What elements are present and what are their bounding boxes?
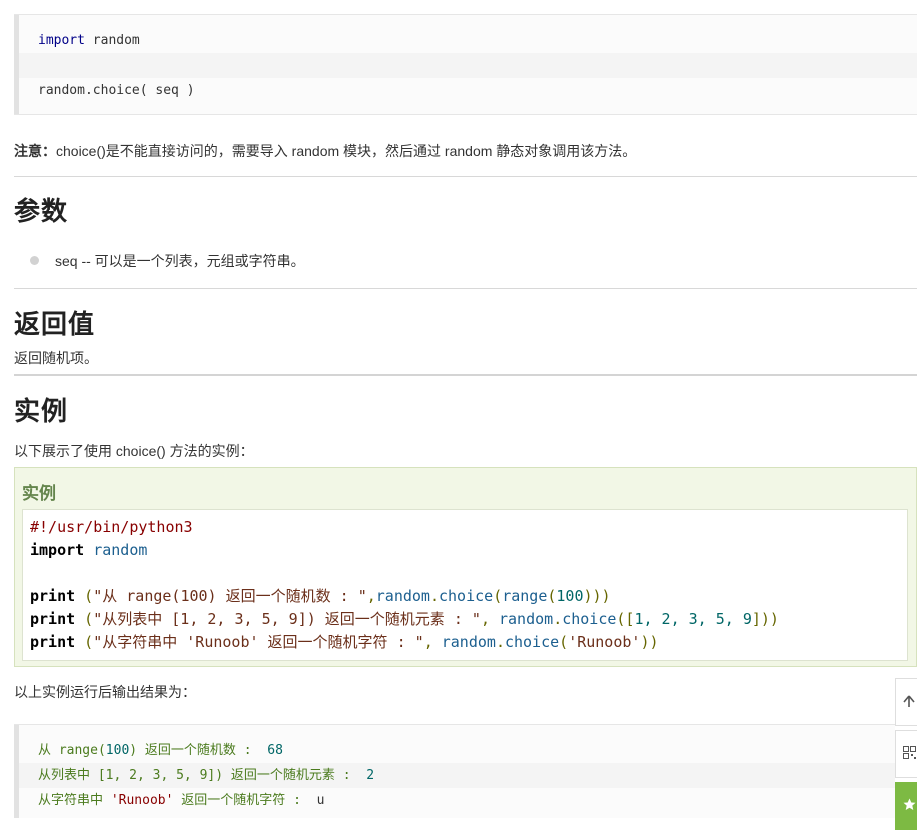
side-toolbar — [895, 678, 917, 830]
code-punct: )) — [640, 633, 659, 651]
param-item-text: seq -- 可以是一个列表，元组或字符串。 — [55, 253, 305, 269]
divider — [14, 176, 917, 177]
code-punct: . — [495, 633, 505, 651]
import-keyword: import — [38, 33, 85, 48]
example-heading: 实例 — [14, 396, 69, 426]
code-line: print ("从 range(100) 返回一个随机数 : ",random.… — [30, 585, 907, 608]
code-punct: , — [366, 587, 376, 605]
return-heading: 返回值 — [14, 309, 96, 339]
code-punct: ( — [75, 633, 94, 651]
code-line: #!/usr/bin/python3 — [30, 516, 907, 539]
divider — [14, 288, 917, 289]
code-function: range — [502, 587, 548, 605]
output-value: u — [316, 793, 325, 808]
code-punct: . — [553, 610, 563, 628]
code-keyword: print — [30, 587, 76, 605]
code-punct: ( — [75, 610, 94, 628]
code-string: "从 range(100) 返回一个随机数 : " — [93, 587, 367, 605]
code-punct: , — [423, 633, 442, 651]
output-text: 从列表中 [1, 2, 3, 5, 9]) 返回一个随机元素 : — [38, 768, 367, 783]
qrcode-icon — [903, 746, 916, 759]
output-line: 从字符串中 'Runoob' 返回一个随机字符 : u — [19, 788, 895, 813]
output-text: 从 range( — [38, 743, 106, 758]
code-module: random — [441, 633, 496, 651]
code-module: random — [499, 610, 554, 628]
output-text: ) 返回一个随机数 : — [129, 743, 268, 758]
note-paragraph: 注意：choice()是不能直接访问的，需要导入 random 模块，然后通过 … — [14, 141, 636, 161]
output-value: 2 — [366, 768, 375, 783]
output-line: 从 range(100) 返回一个随机数 : 68 — [19, 738, 895, 763]
favorite-button[interactable] — [895, 782, 917, 830]
code-line: print ("从列表中 [1, 2, 3, 5, 9]) 返回一个随机元素 :… — [30, 608, 907, 631]
code-function: choice — [562, 610, 617, 628]
code-punct: ( — [493, 587, 503, 605]
code-number: 100 — [556, 587, 584, 605]
output-value: 68 — [267, 743, 283, 758]
code-punct: . — [429, 587, 439, 605]
return-text: 返回随机项。 — [14, 350, 98, 366]
code-string: "从列表中 [1, 2, 3, 5, 9]) 返回一个随机元素 : " — [93, 610, 481, 628]
code-keyword: import — [30, 541, 85, 559]
code-line: print ("从字符串中 'Runoob' 返回一个随机字符 : ", ran… — [30, 631, 907, 654]
syntax-line-import: import random — [19, 28, 917, 53]
output-string: 'Runoob' — [110, 793, 174, 808]
code-comment: #!/usr/bin/python3 — [30, 518, 193, 536]
back-to-top-button[interactable] — [895, 678, 917, 726]
example-intro: 以下展示了使用 choice() 方法的实例： — [14, 443, 254, 459]
star-icon — [903, 798, 916, 810]
code-string: "从字符串中 'Runoob' 返回一个随机字符 : " — [93, 633, 424, 651]
syntax-code-block: import random random.choice( seq ) — [14, 14, 917, 115]
output-text: 返回一个随机字符 : — [173, 793, 317, 808]
code-number: 1, 2, 3, 5, 9 — [634, 610, 752, 628]
note-text: choice()是不能直接访问的，需要导入 random 模块，然后通过 ran… — [56, 143, 637, 159]
code-function: choice — [504, 633, 560, 651]
code-string: 'Runoob' — [568, 633, 641, 651]
output-text: 从字符串中 — [38, 793, 111, 808]
code-punct: ( — [75, 587, 94, 605]
example-panel: 实例 #!/usr/bin/python3 import random prin… — [14, 467, 917, 667]
divider — [14, 374, 917, 376]
import-module: random — [84, 33, 140, 48]
code-punct: ))) — [583, 587, 611, 605]
code-keyword: print — [30, 633, 76, 651]
code-keyword: print — [30, 610, 76, 628]
example-code-block: #!/usr/bin/python3 import random print (… — [22, 509, 908, 661]
code-line: import random — [30, 539, 907, 562]
param-list-item: seq -- 可以是一个列表，元组或字符串。 — [30, 251, 305, 271]
code-punct: ( — [559, 633, 569, 651]
code-module: random — [93, 541, 148, 559]
arrow-up-icon — [903, 695, 915, 707]
code-module: random — [375, 587, 430, 605]
note-label: 注意： — [14, 143, 56, 159]
bullet-icon — [30, 256, 39, 265]
code-function: choice — [439, 587, 494, 605]
syntax-line-blank — [19, 53, 917, 78]
output-intro: 以上实例运行后输出结果为： — [14, 684, 196, 700]
output-code-block: 从 range(100) 返回一个随机数 : 68 从列表中 [1, 2, 3,… — [14, 724, 895, 818]
params-heading: 参数 — [14, 196, 69, 226]
code-punct: ])) — [751, 610, 779, 628]
qrcode-button[interactable] — [895, 730, 917, 778]
output-number: 100 — [105, 743, 130, 758]
syntax-line-choice: random.choice( seq ) — [38, 83, 195, 98]
code-punct: ([ — [616, 610, 635, 628]
code-punct: , — [480, 610, 499, 628]
output-line: 从列表中 [1, 2, 3, 5, 9]) 返回一个随机元素 : 2 — [19, 763, 895, 788]
example-panel-title: 实例 — [22, 484, 56, 503]
